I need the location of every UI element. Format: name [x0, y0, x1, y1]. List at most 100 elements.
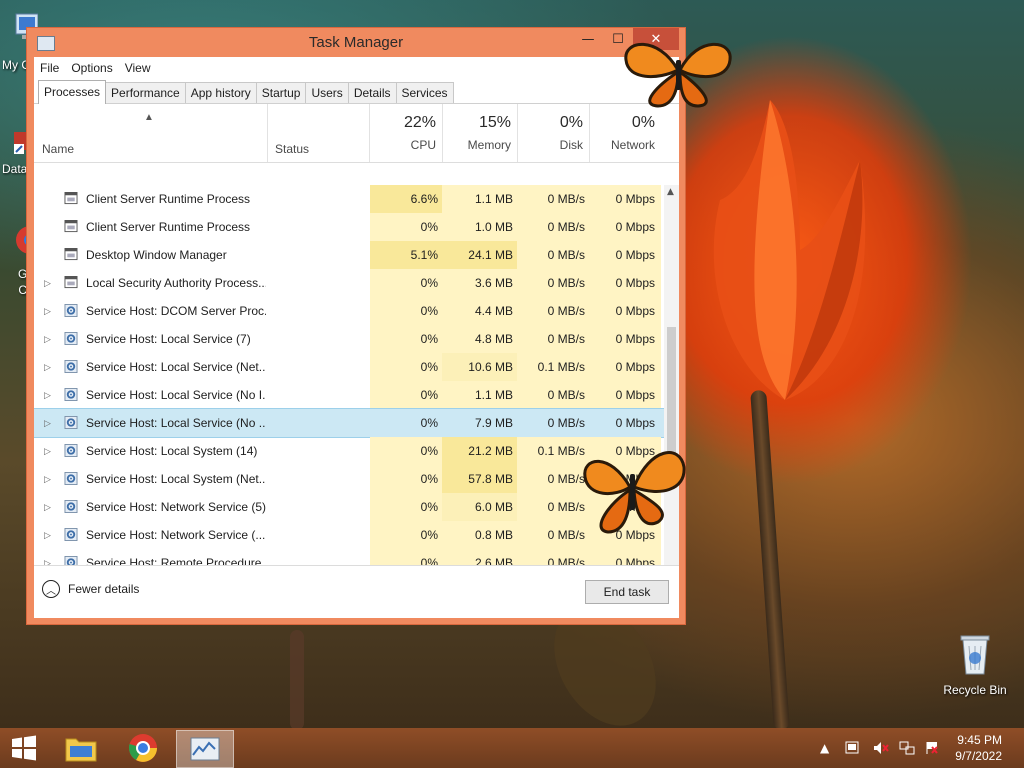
expand-chevron-icon[interactable]: ▷ — [44, 353, 54, 381]
cpu-value: 0% — [420, 416, 438, 430]
window-icon — [64, 220, 78, 233]
expand-chevron-icon[interactable]: ▷ — [44, 493, 54, 521]
expand-chevron-icon[interactable]: ▷ — [44, 521, 54, 549]
column-name-header[interactable]: Name — [42, 142, 74, 156]
fewer-details-link[interactable]: ︿ Fewer details — [42, 580, 139, 598]
start-button[interactable] — [4, 730, 44, 766]
process-row[interactable]: Client Server Runtime Process 6.6% 1.1 MB 0… — [34, 185, 664, 213]
process-row[interactable]: ▷ Service Host: DCOM Server Proc... 0% 4.4 … — [34, 297, 664, 325]
process-row[interactable]: ▷ Service Host: Local Service (No I... 0% 1… — [34, 381, 664, 409]
disk-value: 0 MB/s — [517, 213, 589, 241]
process-row[interactable]: ▷ Local Security Authority Process... 0% 3.… — [34, 269, 664, 297]
title-bar[interactable]: Task Manager — ☐ ✕ — [27, 28, 685, 58]
memory-value: 3.6 MB — [442, 269, 517, 297]
process-row[interactable]: ▷ Service Host: Local System (Net... 0% 57.… — [34, 465, 664, 493]
window-icon — [64, 192, 78, 205]
process-name: Service Host: Network Service (5) — [86, 500, 266, 514]
expand-chevron-icon[interactable]: ▷ — [44, 437, 54, 465]
speaker-muted-icon[interactable] — [873, 741, 890, 755]
scroll-up-arrow-icon[interactable]: ▲ — [667, 187, 674, 197]
column-network-header[interactable]: 0% Network — [589, 104, 661, 162]
show-hidden-icons-icon[interactable]: ▲ — [820, 741, 829, 755]
expand-chevron-icon[interactable]: ▷ — [44, 465, 54, 493]
network-label: Network — [610, 138, 655, 152]
chevron-up-circle-icon: ︿ — [42, 580, 60, 598]
gear-icon — [64, 360, 78, 373]
expand-chevron-icon[interactable]: ▷ — [44, 297, 54, 325]
memory-value: 0.8 MB — [442, 521, 517, 549]
taskbar-chrome[interactable] — [120, 730, 166, 766]
wallpaper-stem-small — [290, 630, 304, 730]
memory-value: 6.0 MB — [442, 493, 517, 521]
network-value: 0 Mbps — [615, 416, 655, 430]
cpu-value: 0% — [370, 297, 442, 325]
process-row[interactable]: Client Server Runtime Process 0% 1.0 MB 0 M… — [34, 213, 664, 241]
expand-chevron-icon[interactable]: ▷ — [44, 269, 54, 297]
memory-value: 4.4 MB — [442, 297, 517, 325]
menu-view[interactable]: View — [119, 61, 157, 75]
process-name: Service Host: Network Service (... — [86, 528, 266, 542]
recycle-bin-icon — [960, 635, 990, 675]
taskbar-file-explorer[interactable] — [58, 730, 104, 766]
process-name: Client Server Runtime Process — [86, 220, 251, 234]
end-task-button[interactable]: End task — [585, 580, 669, 604]
cpu-value: 0% — [370, 465, 442, 493]
desktop-icon-recycle-bin[interactable]: Recycle Bin — [938, 630, 1012, 697]
tab-startup[interactable]: Startup — [255, 82, 307, 103]
disk-value: 0 MB/s — [517, 521, 589, 549]
desktop-icon-label: Data — [2, 162, 28, 176]
tab-processes[interactable]: Processes — [38, 80, 107, 104]
sort-ascending-icon: ▲ — [144, 112, 154, 123]
network-icon[interactable] — [899, 741, 915, 755]
process-row[interactable]: ▷ Service Host: Network Service (... 0% 0.8… — [34, 521, 664, 549]
task-manager-icon — [190, 737, 220, 761]
column-memory-header[interactable]: 15% Memory — [442, 104, 517, 162]
gear-icon — [64, 472, 78, 485]
menu-options[interactable]: Options — [65, 61, 118, 75]
process-row[interactable]: ▷ Service Host: Local Service (7) 0% 4.8 MB… — [34, 325, 664, 353]
gear-icon — [64, 444, 78, 457]
disk-value: 0 MB/s — [517, 185, 589, 213]
taskbar-task-manager[interactable] — [176, 730, 234, 768]
network-value: 0 Mbps — [589, 269, 661, 297]
expand-chevron-icon[interactable]: ▷ — [44, 325, 54, 353]
chrome-icon — [128, 734, 157, 762]
window-icon — [64, 248, 78, 261]
column-disk-header[interactable]: 0% Disk — [517, 104, 589, 162]
network-value: 0 Mbps — [589, 213, 661, 241]
taskbar: ▲ 9:45 PM 9/7/2022 — [0, 728, 1024, 768]
action-center-icon[interactable] — [845, 741, 859, 755]
minimize-button[interactable]: — — [573, 28, 603, 50]
network-value: 0 Mbps — [589, 353, 661, 381]
menu-file[interactable]: File — [34, 61, 65, 75]
system-clock[interactable]: 9:45 PM 9/7/2022 — [955, 732, 1002, 764]
gear-icon — [64, 416, 78, 429]
column-cpu-header[interactable]: 22% CPU — [370, 104, 442, 162]
gear-icon — [64, 332, 78, 345]
cpu-value: 0% — [370, 353, 442, 381]
process-row[interactable]: Desktop Window Manager 5.1% 24.1 MB 0 MB/s 0… — [34, 241, 664, 269]
column-status-header[interactable]: Status — [275, 142, 309, 156]
butterfly-decoration — [624, 42, 732, 108]
tab-users[interactable]: Users — [305, 82, 349, 103]
tab-performance[interactable]: Performance — [105, 82, 186, 103]
gear-icon — [64, 528, 78, 541]
wallpaper-tulip-flower — [713, 100, 866, 400]
memory-value: 1.1 MB — [442, 381, 517, 409]
tab-services[interactable]: Services — [395, 82, 454, 103]
flag-alert-icon[interactable] — [925, 741, 939, 755]
process-row[interactable]: ▷ Service Host: Local System (14) 0% 21.2 M… — [34, 437, 664, 465]
expand-chevron-icon[interactable]: ▷ — [44, 409, 54, 437]
process-row[interactable]: ▷ Service Host: Local Service (No ... 0% 7.… — [34, 408, 664, 438]
disk-value: 0 MB/s — [517, 381, 589, 409]
process-row[interactable]: ▷ Service Host: Network Service (5) 0% 6.0 … — [34, 493, 664, 521]
process-row[interactable]: ▷ Service Host: Local Service (Net... 0% 10… — [34, 353, 664, 381]
process-list: Client Server Runtime Process 6.6% 1.1 MB 0… — [34, 185, 664, 597]
tab-app-history[interactable]: App history — [184, 82, 257, 103]
wallpaper-tulip-stem — [750, 389, 790, 731]
expand-chevron-icon[interactable]: ▷ — [44, 381, 54, 409]
disk-value: 0.1 MB/s — [517, 353, 589, 381]
network-total-percent: 0% — [631, 114, 655, 131]
tab-details[interactable]: Details — [347, 82, 397, 103]
column-divider — [267, 104, 268, 162]
